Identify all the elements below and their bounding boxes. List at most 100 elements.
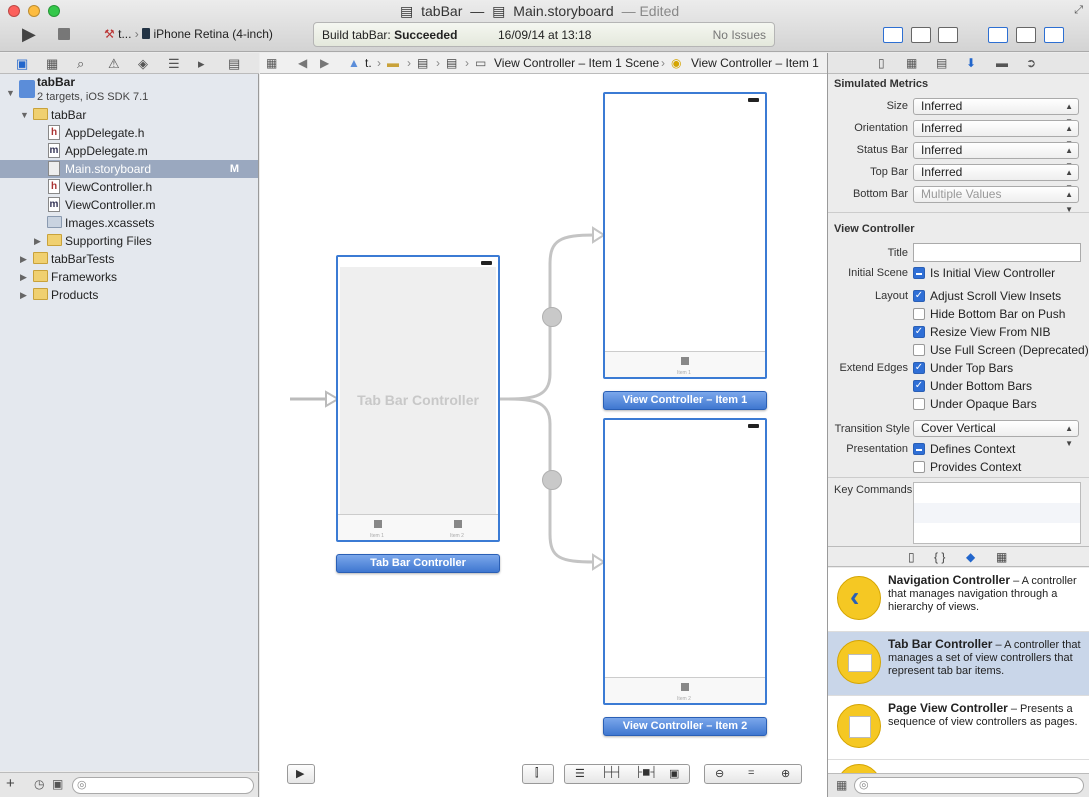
back-icon[interactable]: ◀ bbox=[298, 56, 307, 70]
fullscreen-icon[interactable]: ⤢ bbox=[1074, 4, 1083, 17]
resizing-icon[interactable]: ▣ bbox=[669, 767, 679, 780]
alignment-icon[interactable]: ☰ bbox=[575, 767, 585, 780]
issues-status[interactable]: No Issues bbox=[713, 28, 766, 42]
autolayout-controls[interactable]: ☰ ├┼┤ ├◼┤ ▣ bbox=[564, 764, 690, 784]
project-navigator-icon[interactable]: ▣ bbox=[16, 56, 28, 72]
bottom-bar-popup[interactable]: Multiple Values ▲ ▼ bbox=[913, 186, 1079, 214]
hide-bottom-checkbox[interactable] bbox=[913, 308, 925, 320]
related-items-icon[interactable]: ▦ bbox=[266, 56, 277, 70]
zoom-out-icon[interactable]: ⊖ bbox=[715, 767, 724, 780]
test-navigator-icon[interactable]: ◈ bbox=[138, 56, 148, 72]
list-item[interactable]: Main.storyboard M bbox=[0, 160, 258, 178]
symbol-navigator-icon[interactable]: ▦ bbox=[46, 56, 58, 72]
transition-style-popup[interactable]: Cover Vertical ▲ ▼ bbox=[913, 420, 1079, 448]
file-template-library-icon[interactable]: ▯ bbox=[908, 550, 915, 564]
object-library-icon[interactable]: ◆ bbox=[966, 550, 975, 564]
defines-context-checkbox[interactable] bbox=[913, 443, 925, 455]
storyboard-base-icon[interactable]: ▤ bbox=[446, 56, 457, 70]
pin-icon[interactable]: ├┼┤ bbox=[601, 767, 622, 778]
add-icon[interactable]: + bbox=[6, 775, 15, 792]
code-snippet-library-tab[interactable]: { } bbox=[934, 550, 945, 564]
view-controller-item1-scene[interactable]: Item 1 bbox=[603, 92, 767, 379]
list-item[interactable]: m ViewController.m bbox=[0, 196, 258, 214]
forward-icon[interactable]: ▶ bbox=[320, 56, 329, 70]
disclosure-closed-icon[interactable]: ▶ bbox=[20, 250, 27, 268]
list-item[interactable]: ▶ tabBarTests bbox=[0, 250, 258, 268]
under-bottom-bars-checkbox[interactable]: ✓ bbox=[913, 380, 925, 392]
size-popup[interactable]: Inferred▲▼ bbox=[913, 98, 1079, 126]
title-field[interactable] bbox=[913, 243, 1081, 262]
media-library-icon[interactable]: ▦ bbox=[996, 550, 1007, 564]
resolve-icon[interactable]: ├◼┤ bbox=[635, 767, 657, 778]
scheme-selector[interactable]: ⚒ t... › iPhone Retina (4-inch) bbox=[104, 27, 273, 41]
relationship-segue-item2[interactable] bbox=[542, 470, 562, 490]
file-inspector-icon[interactable]: ▯ bbox=[878, 56, 885, 70]
document-outline-button[interactable]: ▶ bbox=[287, 764, 315, 784]
list-item[interactable]: h ViewController.h bbox=[0, 178, 258, 196]
quick-help-icon[interactable]: ▦ bbox=[906, 56, 917, 70]
disclosure-open-icon[interactable]: ▼ bbox=[20, 106, 29, 124]
tab-bar-controller-scene[interactable]: Tab Bar Controller Item 1 Item 2 bbox=[336, 255, 500, 542]
list-item[interactable]: m AppDelegate.m bbox=[0, 142, 258, 160]
library-item[interactable]: Page View Controller – Presents a sequen… bbox=[828, 696, 1089, 760]
list-item[interactable]: ▼ tabBar bbox=[0, 106, 258, 124]
adjust-scroll-checkbox[interactable]: ✓ bbox=[913, 290, 925, 302]
scene-label-view-controller-item2[interactable]: View Controller – Item 2 bbox=[603, 717, 767, 736]
play-icon[interactable]: ▶ bbox=[22, 24, 36, 45]
orientation-popup[interactable]: Inferred▲▼ bbox=[913, 120, 1079, 148]
resize-nib-checkbox[interactable]: ✓ bbox=[913, 326, 925, 338]
size-inspector-icon[interactable]: ▬ bbox=[996, 56, 1008, 70]
breakpoint-navigator-icon[interactable]: ▸ bbox=[198, 56, 205, 72]
list-item[interactable]: ▶ Products bbox=[0, 286, 258, 304]
use-full-screen-checkbox[interactable] bbox=[913, 344, 925, 356]
scene-label-view-controller-item1[interactable]: View Controller – Item 1 bbox=[603, 391, 767, 410]
version-editor-button[interactable] bbox=[938, 27, 958, 43]
library-item[interactable]: Tab Bar Controller – A controller that m… bbox=[828, 632, 1089, 696]
disclosure-closed-icon[interactable]: ▶ bbox=[20, 268, 27, 286]
breadcrumb-scene[interactable]: View Controller – Item 1 Scene bbox=[494, 56, 659, 70]
library-item[interactable]: ‹ Navigation Controller – A controller t… bbox=[828, 568, 1089, 632]
list-item[interactable]: ▶ Supporting Files bbox=[0, 232, 258, 250]
is-initial-checkbox[interactable] bbox=[913, 267, 925, 279]
toggle-utilities-button[interactable] bbox=[1044, 27, 1064, 43]
list-item[interactable]: ▶ Frameworks bbox=[0, 268, 258, 286]
zoom-controls[interactable]: ⊖ = ⊕ bbox=[704, 764, 802, 784]
storyboard-canvas[interactable]: Tab Bar Controller Item 1 Item 2 Tab Bar… bbox=[260, 74, 827, 797]
storyboard-file-icon[interactable]: ▤ bbox=[417, 56, 428, 70]
stop-icon[interactable] bbox=[58, 28, 70, 40]
scene-label-tab-bar-controller[interactable]: Tab Bar Controller bbox=[336, 554, 500, 573]
search-navigator-icon[interactable]: ⌕ bbox=[77, 56, 84, 72]
grid-view-icon[interactable]: ▦ bbox=[836, 778, 847, 792]
top-bar-popup[interactable]: Inferred▲▼ bbox=[913, 164, 1079, 192]
standard-editor-button[interactable] bbox=[883, 27, 903, 43]
attributes-inspector-icon[interactable]: ⬇ bbox=[966, 56, 976, 70]
connections-inspector-icon[interactable]: ➲ bbox=[1026, 56, 1036, 70]
project-root-row[interactable]: ▼ tabBar 2 targets, iOS SDK 7.1 bbox=[0, 75, 258, 106]
align-button[interactable]: ⫿ bbox=[522, 764, 554, 784]
minimize-window-button[interactable] bbox=[28, 5, 40, 17]
under-opaque-bars-checkbox[interactable] bbox=[913, 398, 925, 410]
debug-navigator-icon[interactable]: ☰ bbox=[168, 56, 180, 72]
library-filter-input[interactable]: ◎ bbox=[854, 777, 1084, 794]
list-item[interactable]: h AppDelegate.h bbox=[0, 124, 258, 142]
disclosure-closed-icon[interactable]: ▶ bbox=[20, 286, 27, 304]
zoom-in-icon[interactable]: ⊕ bbox=[781, 767, 790, 780]
status-bar-popup[interactable]: Inferred▲▼ bbox=[913, 142, 1079, 170]
toggle-debug-area-button[interactable] bbox=[1016, 27, 1036, 43]
recent-files-icon[interactable]: ◷ bbox=[34, 777, 44, 791]
close-window-button[interactable] bbox=[8, 5, 20, 17]
navigator-filter-input[interactable]: ◎ bbox=[72, 777, 254, 794]
provides-context-checkbox[interactable] bbox=[913, 461, 925, 473]
disclosure-open-icon[interactable]: ▼ bbox=[6, 84, 15, 102]
disclosure-closed-icon[interactable]: ▶ bbox=[34, 232, 41, 250]
under-top-bars-checkbox[interactable]: ✓ bbox=[913, 362, 925, 374]
log-navigator-icon[interactable]: ▤ bbox=[228, 56, 240, 72]
issue-navigator-icon[interactable]: ⚠ bbox=[108, 56, 120, 72]
zoom-window-button[interactable] bbox=[48, 5, 60, 17]
breadcrumb-project[interactable]: t. bbox=[365, 56, 372, 70]
key-commands-table[interactable] bbox=[913, 482, 1081, 544]
scm-filter-icon[interactable]: ▣ bbox=[52, 777, 63, 791]
toggle-navigator-button[interactable] bbox=[988, 27, 1008, 43]
relationship-segue-item1[interactable] bbox=[542, 307, 562, 327]
view-controller-item2-scene[interactable]: Item 2 bbox=[603, 418, 767, 705]
